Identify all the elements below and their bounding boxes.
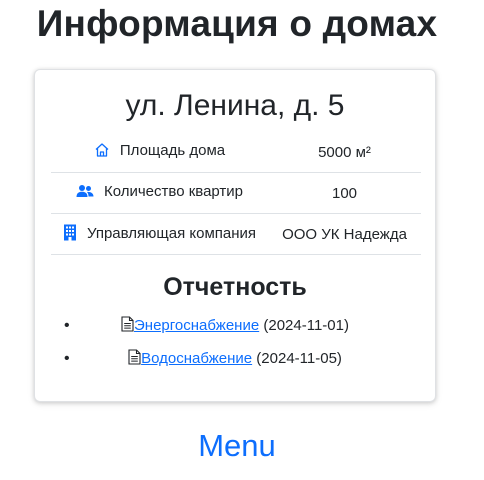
info-row-apartments: Количество квартир 100 [51,172,421,214]
document-icon [128,349,141,372]
house-info-table: Площадь дома 5000 м² Количество квартир … [51,132,421,255]
info-value-company: ООО УК Надежда [268,213,421,255]
reports-title: Отчетность [163,273,307,301]
reports-list: • Энергоснабжение (2024-11-01) • Водосна… [35,315,435,381]
page-title: Информация о домах [36,3,438,44]
report-link-water[interactable]: Водоснабжение [141,350,252,367]
report-item-water: • Водоснабжение (2024-11-05) [35,348,435,381]
list-bullet: • [64,317,70,334]
info-value-area: 5000 м² [268,132,421,173]
house-icon [94,142,110,162]
info-label-apartments: Количество квартир [103,183,244,200]
report-date-water: (2024-11-05) [256,350,342,367]
people-icon [76,183,94,203]
report-item-energy: • Энергоснабжение (2024-11-01) [35,315,435,348]
report-date-energy: (2024-11-01) [263,317,349,334]
info-label-area: Площадь дома [119,142,226,159]
info-row-company: Управляющая компания ООО УК Надежда [51,213,421,255]
info-row-area: Площадь дома 5000 м² [51,132,421,173]
report-link-energy[interactable]: Энергоснабжение [134,317,259,334]
house-address: ул. Ленина, д. 5 [125,89,345,122]
info-value-apartments: 100 [268,172,421,214]
house-card: ул. Ленина, д. 5 Площадь дома 5000 м² Ко… [34,69,436,402]
info-label-company: Управляющая компания [86,224,257,242]
document-icon [121,316,134,339]
building-icon [63,224,77,245]
menu-link[interactable]: Menu [0,427,474,465]
list-bullet: • [64,350,70,367]
